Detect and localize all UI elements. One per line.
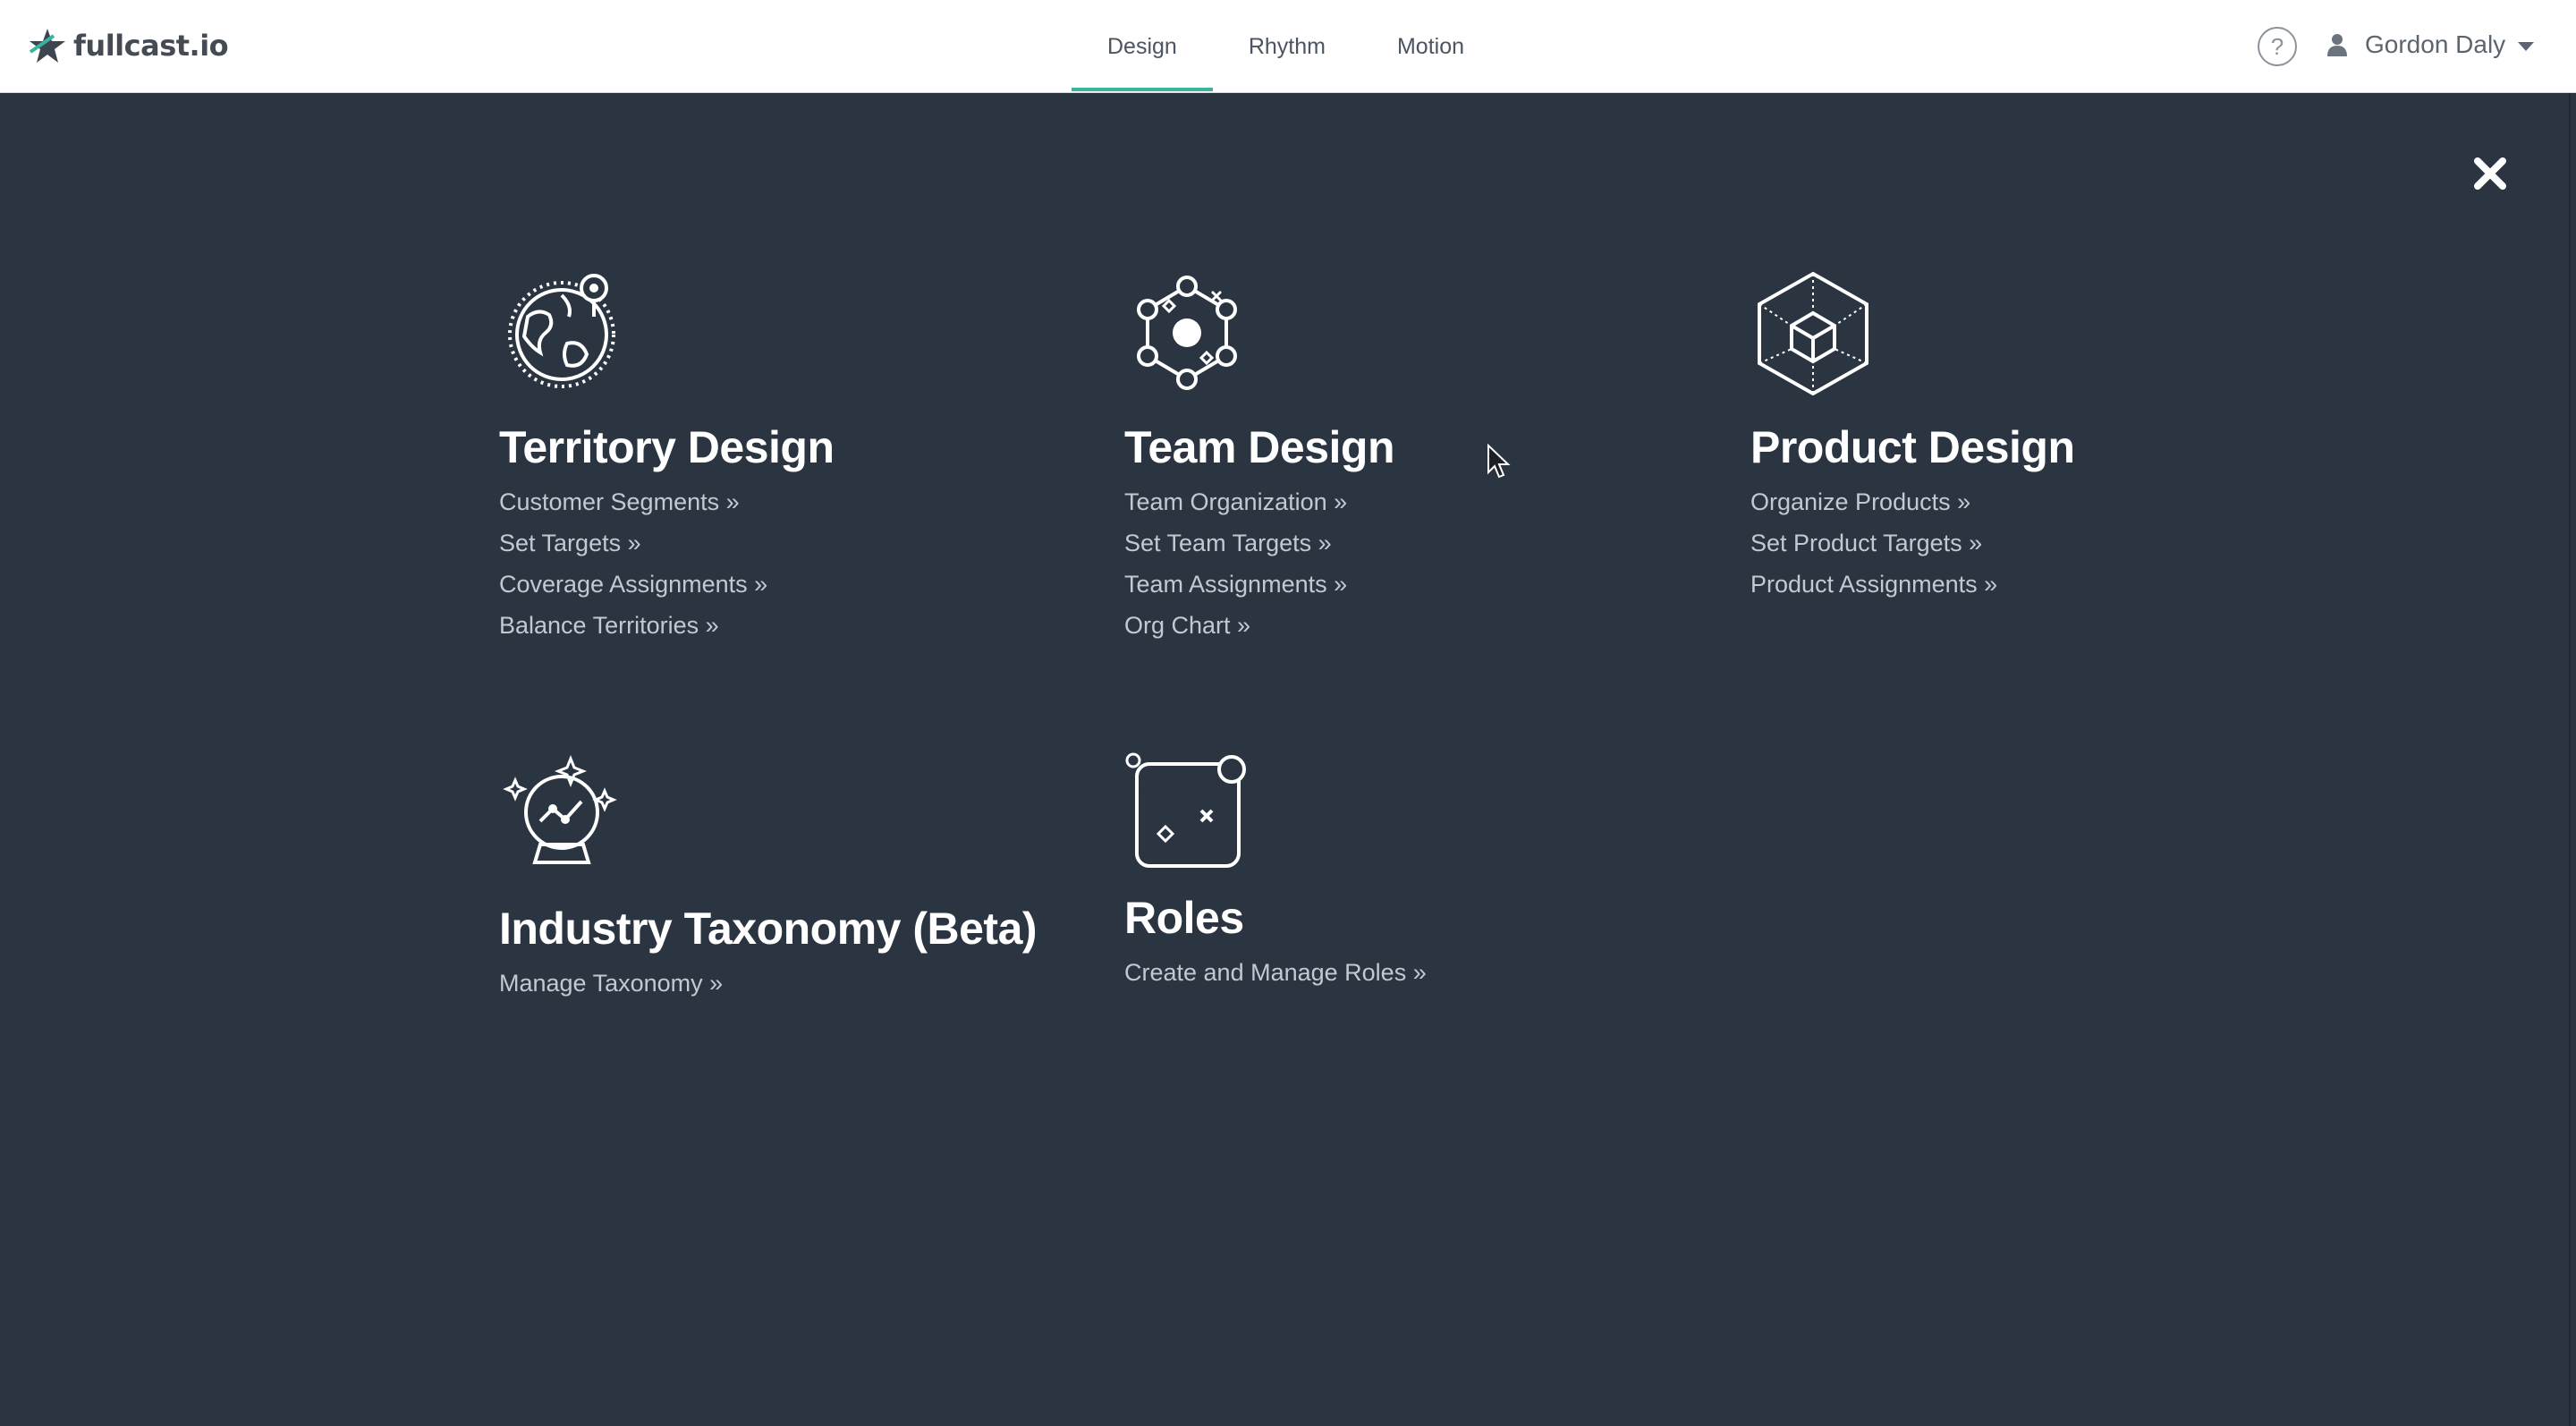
- section-title: Roles: [1124, 893, 1244, 943]
- link-customer-segments[interactable]: Customer Segments »: [499, 481, 1072, 522]
- crystal-ball-icon: [503, 754, 617, 864]
- user-icon: [2327, 34, 2347, 56]
- link-coverage-assignments[interactable]: Coverage Assignments »: [499, 564, 1072, 605]
- top-header: fullcast.io Design Rhythm Motion ? Gordo…: [0, 0, 2576, 93]
- cube-icon: [1758, 271, 1868, 395]
- globe-pin-icon: [508, 274, 615, 388]
- section-links: Manage Taxonomy »: [499, 963, 1107, 1004]
- user-menu[interactable]: Gordon Daly: [2327, 0, 2535, 89]
- section-product-design: Product Design Organize Products » Set P…: [1750, 270, 2323, 605]
- help-button[interactable]: ?: [2258, 27, 2297, 66]
- link-manage-taxonomy[interactable]: Manage Taxonomy »: [499, 963, 1107, 1004]
- link-set-product-targets[interactable]: Set Product Targets »: [1750, 522, 2323, 564]
- section-roles: Roles Create and Manage Roles »: [1124, 751, 1697, 993]
- section-title: Team Design: [1124, 422, 1395, 472]
- link-team-assignments[interactable]: Team Assignments »: [1124, 564, 1697, 605]
- section-territory-design: Territory Design Customer Segments » Set…: [499, 270, 1072, 646]
- network-icon: [1137, 276, 1237, 390]
- roles-icon: [1125, 752, 1246, 868]
- link-product-assignments[interactable]: Product Assignments »: [1750, 564, 2323, 605]
- tab-rhythm[interactable]: Rhythm: [1213, 0, 1361, 93]
- section-links: Customer Segments » Set Targets » Covera…: [499, 481, 1072, 646]
- tab-motion[interactable]: Motion: [1361, 0, 1500, 93]
- app-logo[interactable]: fullcast.io: [27, 25, 229, 66]
- caret-down-icon: [2518, 42, 2535, 51]
- section-links: Organize Products » Set Product Targets …: [1750, 481, 2323, 605]
- logo-text: fullcast.io: [73, 29, 229, 63]
- user-name: Gordon Daly: [2365, 30, 2506, 58]
- close-icon: [2474, 157, 2506, 190]
- section-industry-taxonomy: Industry Taxonomy (Beta) Manage Taxonomy…: [499, 753, 1107, 1004]
- link-team-organization[interactable]: Team Organization »: [1124, 481, 1697, 522]
- link-set-targets[interactable]: Set Targets »: [499, 522, 1072, 564]
- tab-design[interactable]: Design: [1072, 0, 1213, 93]
- section-links: Create and Manage Roles »: [1124, 952, 1697, 993]
- link-set-team-targets[interactable]: Set Team Targets »: [1124, 522, 1697, 564]
- question-circle-icon: ?: [2270, 32, 2284, 60]
- page-edge: [2569, 93, 2571, 1426]
- link-create-manage-roles[interactable]: Create and Manage Roles »: [1124, 952, 1697, 993]
- link-balance-territories[interactable]: Balance Territories »: [499, 605, 1072, 646]
- section-team-design: Team Design Team Organization » Set Team…: [1124, 270, 1697, 646]
- star-logo-icon: [29, 29, 65, 63]
- section-title: Industry Taxonomy (Beta): [499, 904, 1038, 954]
- section-links: Team Organization » Set Team Targets » T…: [1124, 481, 1697, 646]
- link-organize-products[interactable]: Organize Products »: [1750, 481, 2323, 522]
- mouse-cursor-icon: [1487, 444, 1511, 479]
- section-title: Territory Design: [499, 422, 835, 472]
- main-nav: Design Rhythm Motion: [1072, 0, 1500, 93]
- close-button[interactable]: [2470, 154, 2510, 193]
- link-org-chart[interactable]: Org Chart »: [1124, 605, 1697, 646]
- section-title: Product Design: [1750, 422, 2075, 472]
